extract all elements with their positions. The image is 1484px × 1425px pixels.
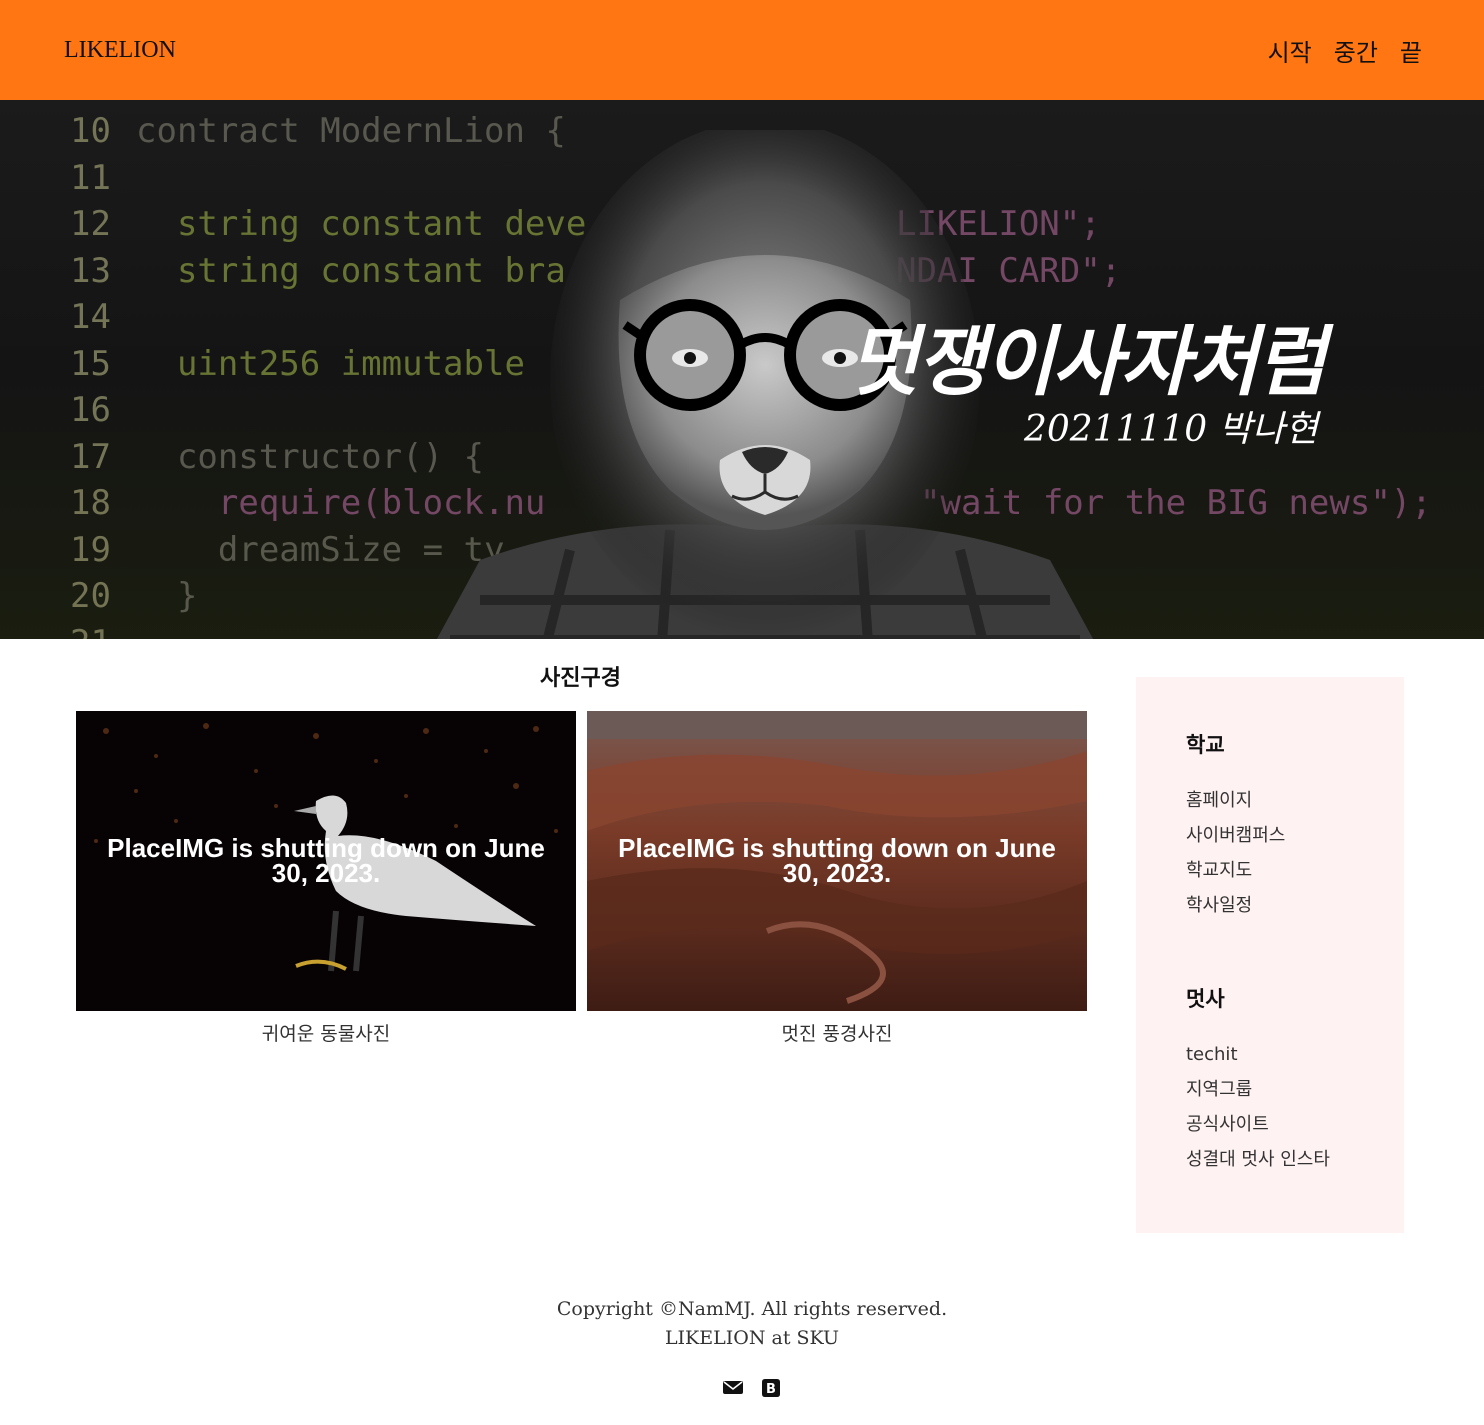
placeholder-notice: PlaceIMG is shutting down on June 30, 20… — [618, 833, 1056, 888]
sidebar-list-likelion: techit 지역그룹 공식사이트 성결대 멋사 인스타 — [1186, 1037, 1404, 1177]
hero-banner: 10 contract ModernLion { 11 12 string con… — [0, 100, 1484, 639]
code-line: 21 — [70, 623, 136, 640]
animal-photo: PlaceIMG is shutting down on June 30, 20… — [76, 711, 576, 1011]
photo-card-animal[interactable]: PlaceIMG is shutting down on June 30, 20… — [76, 711, 576, 1046]
footer-icons: B — [722, 1377, 782, 1397]
main-nav: 시작 중간 끝 — [1268, 33, 1422, 68]
copyright-text: Copyright ©NamMJ. All rights reserved. — [556, 1298, 948, 1320]
code-line: 20 } — [70, 576, 198, 616]
nav-link-start[interactable]: 시작 — [1268, 33, 1312, 68]
placeholder-notice: PlaceIMG is shutting down on June 30, 20… — [107, 833, 545, 888]
blog-icon[interactable]: B — [760, 1377, 782, 1397]
sidebar-link-academic-calendar[interactable]: 학사일정 — [1186, 888, 1404, 923]
footer-org: LIKELION at SKU — [664, 1327, 840, 1349]
sidebar-link-regional-group[interactable]: 지역그룹 — [1186, 1072, 1404, 1107]
code-line: 16 — [70, 390, 111, 430]
hero-subtitle: 20211110 박나현 — [1023, 409, 1318, 450]
footer: Copyright ©NamMJ. All rights reserved. L… — [0, 1295, 1484, 1353]
nav-link-middle[interactable]: 중간 — [1334, 33, 1378, 68]
photo-caption: 귀여운 동물사진 — [261, 1023, 391, 1045]
sidebar-link-official-site[interactable]: 공식사이트 — [1186, 1107, 1404, 1142]
nav-link-end[interactable]: 끝 — [1400, 33, 1422, 68]
code-line: 11 — [70, 157, 111, 198]
sidebar-link-cyber-campus[interactable]: 사이버캠퍼스 — [1186, 818, 1404, 853]
sidebar-link-techit[interactable]: techit — [1186, 1037, 1404, 1072]
envelope-icon[interactable] — [722, 1377, 744, 1397]
brand-logo-link[interactable]: LIKELION — [64, 37, 176, 64]
sidebar-link-campus-map[interactable]: 학교지도 — [1186, 853, 1404, 888]
gallery-title: 사진구경 — [540, 666, 621, 691]
sidebar-heading-school: 학교 — [1186, 733, 1225, 757]
photo-card-landscape[interactable]: PlaceIMG is shutting down on June 30, 20… — [587, 711, 1087, 1046]
photo-caption: 멋진 풍경사진 — [781, 1023, 893, 1045]
hero-title: 멋쟁이사자처럼 — [848, 317, 1326, 406]
sidebar-link-homepage[interactable]: 홈페이지 — [1186, 783, 1404, 818]
landscape-photo: PlaceIMG is shutting down on June 30, 20… — [587, 711, 1087, 1011]
code-line: 14 — [70, 297, 111, 337]
sidebar: 학교 홈페이지 사이버캠퍼스 학교지도 학사일정 멋사 techit 지역그룹 … — [1136, 677, 1404, 1233]
top-navbar: LIKELION 시작 중간 끝 — [0, 0, 1484, 100]
sidebar-list-school: 홈페이지 사이버캠퍼스 학교지도 학사일정 — [1186, 783, 1404, 923]
sidebar-link-instagram[interactable]: 성결대 멋사 인스타 — [1186, 1142, 1404, 1177]
svg-text:B: B — [766, 1382, 776, 1397]
sidebar-heading-likelion: 멋사 — [1186, 987, 1225, 1011]
